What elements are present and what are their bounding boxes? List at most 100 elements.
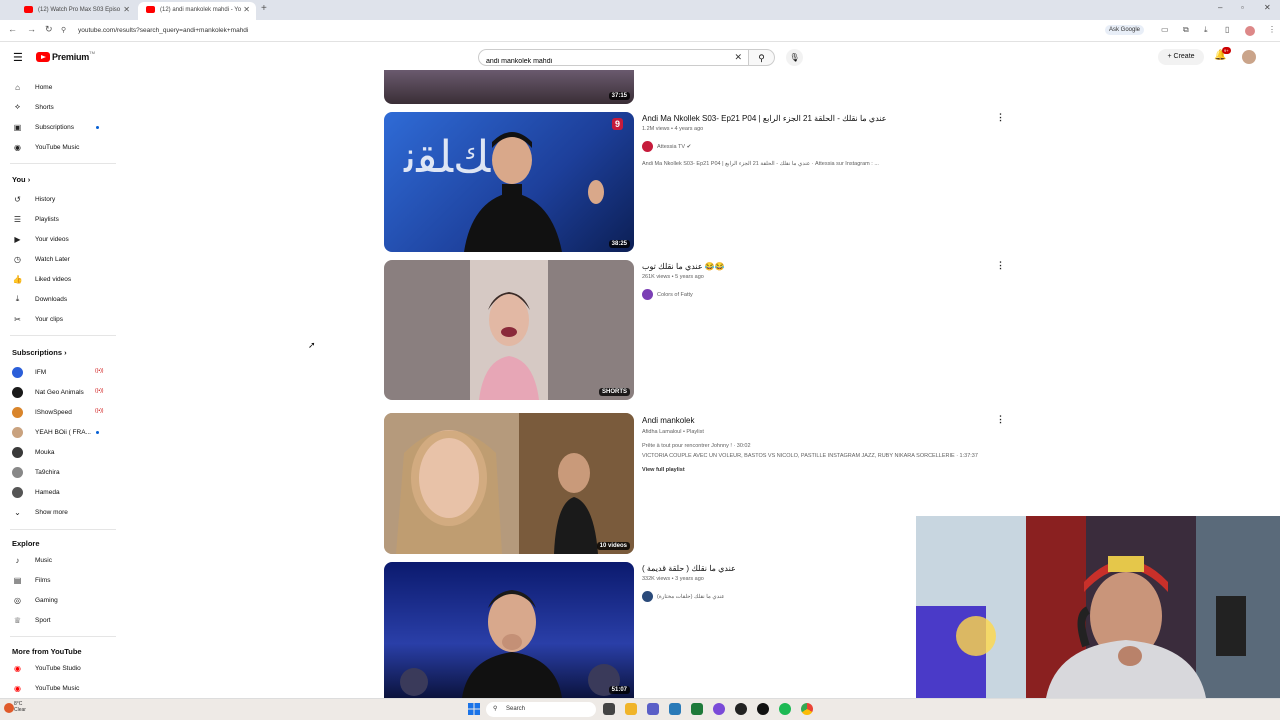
youtube-header: ☰ Premium TM ✕ ⚲ 🎙 + Create 🔔 9+ (0, 44, 1280, 70)
sidebar-item-subscriptions[interactable]: ▣ Subscriptions (12, 119, 74, 135)
more-menu-icon[interactable]: ⋮ (1268, 25, 1276, 34)
site-info-icon[interactable]: ⚲ (61, 26, 66, 34)
windows-start-icon[interactable] (468, 703, 480, 715)
maximize-icon[interactable]: ▫ (1241, 3, 1244, 12)
video-thumbnail[interactable]: SHORTS (384, 260, 634, 400)
reload-icon[interactable]: ↻ (45, 24, 53, 35)
sidebar-item-your-clips[interactable]: ✂ Your clips (12, 311, 63, 327)
profile-icon[interactable] (1245, 26, 1255, 36)
voice-search-button[interactable]: 🎙 (786, 49, 803, 66)
forward-icon[interactable]: → (27, 24, 36, 34)
video-title[interactable]: عندي ما نقلك توب 😂😂 (642, 262, 982, 271)
sidebar-item-sport[interactable]: ♕ Sport (12, 612, 51, 628)
teams-icon[interactable] (647, 703, 659, 715)
task-view-icon[interactable] (603, 703, 615, 715)
sidebar-item-your-videos[interactable]: ▶ Your videos (12, 231, 69, 247)
playlist-item[interactable]: Prête à tout pour rencontrer Johnny ! · … (642, 443, 1002, 449)
app-icon[interactable] (691, 703, 703, 715)
sidebar-item-youtube-music-2[interactable]: ◉ YouTube Music (12, 680, 79, 696)
subscriptions-section-header[interactable]: Subscriptions › (12, 348, 67, 357)
more-actions-icon[interactable]: ⋮ (996, 112, 1005, 123)
new-content-dot (96, 431, 99, 434)
channel-avatar (12, 446, 23, 458)
sidebar-item-liked-videos[interactable]: 👍 Liked videos (12, 271, 72, 287)
weather-widget[interactable]: 8°C Clear (14, 701, 26, 713)
show-more-button[interactable]: ⌄ Show more (12, 504, 68, 520)
video-title[interactable]: Andi Ma Nkollek S03- Ep21 P04 | عندي ما … (642, 114, 982, 123)
more-actions-icon[interactable]: ⋮ (996, 414, 1005, 425)
cast-icon[interactable]: ▭ (1161, 25, 1169, 34)
trophy-icon: ♕ (13, 615, 22, 625)
sidebar-sub-yeah-boii[interactable]: YEAH BOii ( FRA... (12, 424, 91, 440)
video-channel[interactable]: عندي ما نقلك (حلقات مختارة) (642, 591, 725, 602)
sidebar-item-downloads[interactable]: ⤓ Downloads (12, 291, 67, 307)
video-thumbnail[interactable]: ﻚﻠﻘﻧ 9 38:25 (384, 112, 634, 252)
playlist-thumbnail[interactable]: 10 videos (384, 413, 634, 554)
sidepanel-icon[interactable]: ▯ (1225, 25, 1229, 34)
sidebar-item-shorts[interactable]: ⟡ Shorts (12, 99, 54, 115)
sidebar-item-watch-later[interactable]: ◷ Watch Later (12, 251, 70, 267)
more-actions-icon[interactable]: ⋮ (996, 260, 1005, 271)
browser-tab[interactable]: (12) Watch Pro Max S03 Episo ✕ (16, 2, 136, 20)
chrome-icon[interactable] (801, 703, 813, 715)
sidebar-item-label: Gaming (35, 596, 58, 604)
sidebar-item-label: Your videos (35, 235, 69, 243)
extensions-icon[interactable]: ⧉ (1183, 25, 1189, 35)
clear-search-icon[interactable]: ✕ (734, 52, 742, 63)
sidebar-item-label: IShowSpeed (35, 408, 72, 416)
windows-taskbar: 8°C Clear ⚲ Search (0, 698, 1280, 720)
sidebar-sub-ta9chira[interactable]: Ta9chira (12, 464, 60, 480)
account-avatar[interactable] (1242, 50, 1256, 64)
sidebar-sub-hameda[interactable]: Hameda (12, 484, 60, 500)
sidebar-item-youtube-studio[interactable]: ◉ YouTube Studio (12, 660, 81, 676)
spotify-icon[interactable] (779, 703, 791, 715)
sidebar-item-playlists[interactable]: ☰ Playlists (12, 211, 59, 227)
download-icon[interactable]: ⤓ (1204, 25, 1208, 35)
sidebar-item-label: Subscriptions (35, 123, 75, 131)
create-button[interactable]: + Create (1158, 49, 1204, 65)
sidebar-item-home[interactable]: ⌂ Home (12, 79, 52, 95)
ask-google-button[interactable]: Ask Google (1105, 25, 1145, 35)
playlist-title[interactable]: Andi mankolek (642, 416, 982, 425)
sidebar-item-youtube-music[interactable]: ◉ YouTube Music (12, 139, 79, 155)
sidebar-item-music[interactable]: ♪ Music (12, 552, 52, 568)
channel-avatar (12, 486, 23, 498)
browser-tab-active[interactable]: (12) andi mankolek mahdi - Yo ✕ (138, 2, 256, 20)
sidebar-sub-mouka[interactable]: Mouka (12, 444, 55, 460)
discord-icon[interactable] (713, 703, 725, 715)
sidebar-item-history[interactable]: ↺ History (12, 191, 55, 207)
app-icon[interactable] (735, 703, 747, 715)
close-tab-icon[interactable]: ✕ (243, 2, 250, 18)
hamburger-menu-icon[interactable]: ☰ (13, 51, 23, 64)
sidebar-item-films[interactable]: ▤ Films (12, 572, 51, 588)
view-full-playlist-link[interactable]: View full playlist (642, 467, 1002, 473)
sidebar-item-gaming[interactable]: ◎ Gaming (12, 592, 58, 608)
taskbar-search[interactable]: ⚲ Search (486, 702, 596, 717)
search-input[interactable] (479, 54, 719, 69)
shorts-icon: ⟡ (14, 102, 21, 111)
youtube-play-icon (36, 52, 50, 62)
minimize-icon[interactable]: – (1218, 3, 1222, 12)
address-bar[interactable]: youtube.com/results?search_query=andi+ma… (70, 23, 1100, 39)
video-thumbnail[interactable]: 37:15 (384, 70, 634, 104)
file-explorer-icon[interactable] (625, 703, 637, 715)
close-tab-icon[interactable]: ✕ (123, 2, 130, 18)
chevron-down-icon: ⌄ (14, 507, 21, 517)
sidebar-sub-ifm[interactable]: IFM (12, 364, 46, 380)
new-tab-icon[interactable]: + (261, 3, 267, 14)
youtube-premium-logo[interactable]: Premium TM (36, 50, 95, 63)
app-icon[interactable] (757, 703, 769, 715)
video-meta: 261K views • 5 years ago (642, 274, 704, 280)
you-section-header[interactable]: You › (12, 175, 30, 184)
sidebar-sub-nat-geo-animals[interactable]: Nat Geo Animals (12, 384, 84, 400)
video-channel[interactable]: Colors of Fatty (642, 289, 693, 300)
search-button[interactable]: ⚲ (749, 49, 775, 66)
thumbnail-art: ﻚﻠﻘﻧ (403, 132, 604, 252)
app-icon[interactable] (669, 703, 681, 715)
playlist-item[interactable]: VICTORIA COUPLE AVEC UN VOLEUR, BASTOS V… (642, 453, 1002, 459)
back-icon[interactable]: ← (8, 24, 17, 34)
close-window-icon[interactable]: ✕ (1264, 3, 1271, 12)
sidebar-sub-ishowspeed[interactable]: IShowSpeed (12, 404, 72, 420)
video-thumbnail[interactable]: 51:07 (384, 562, 634, 698)
video-channel[interactable]: Attessia TV ✔ (642, 141, 691, 152)
